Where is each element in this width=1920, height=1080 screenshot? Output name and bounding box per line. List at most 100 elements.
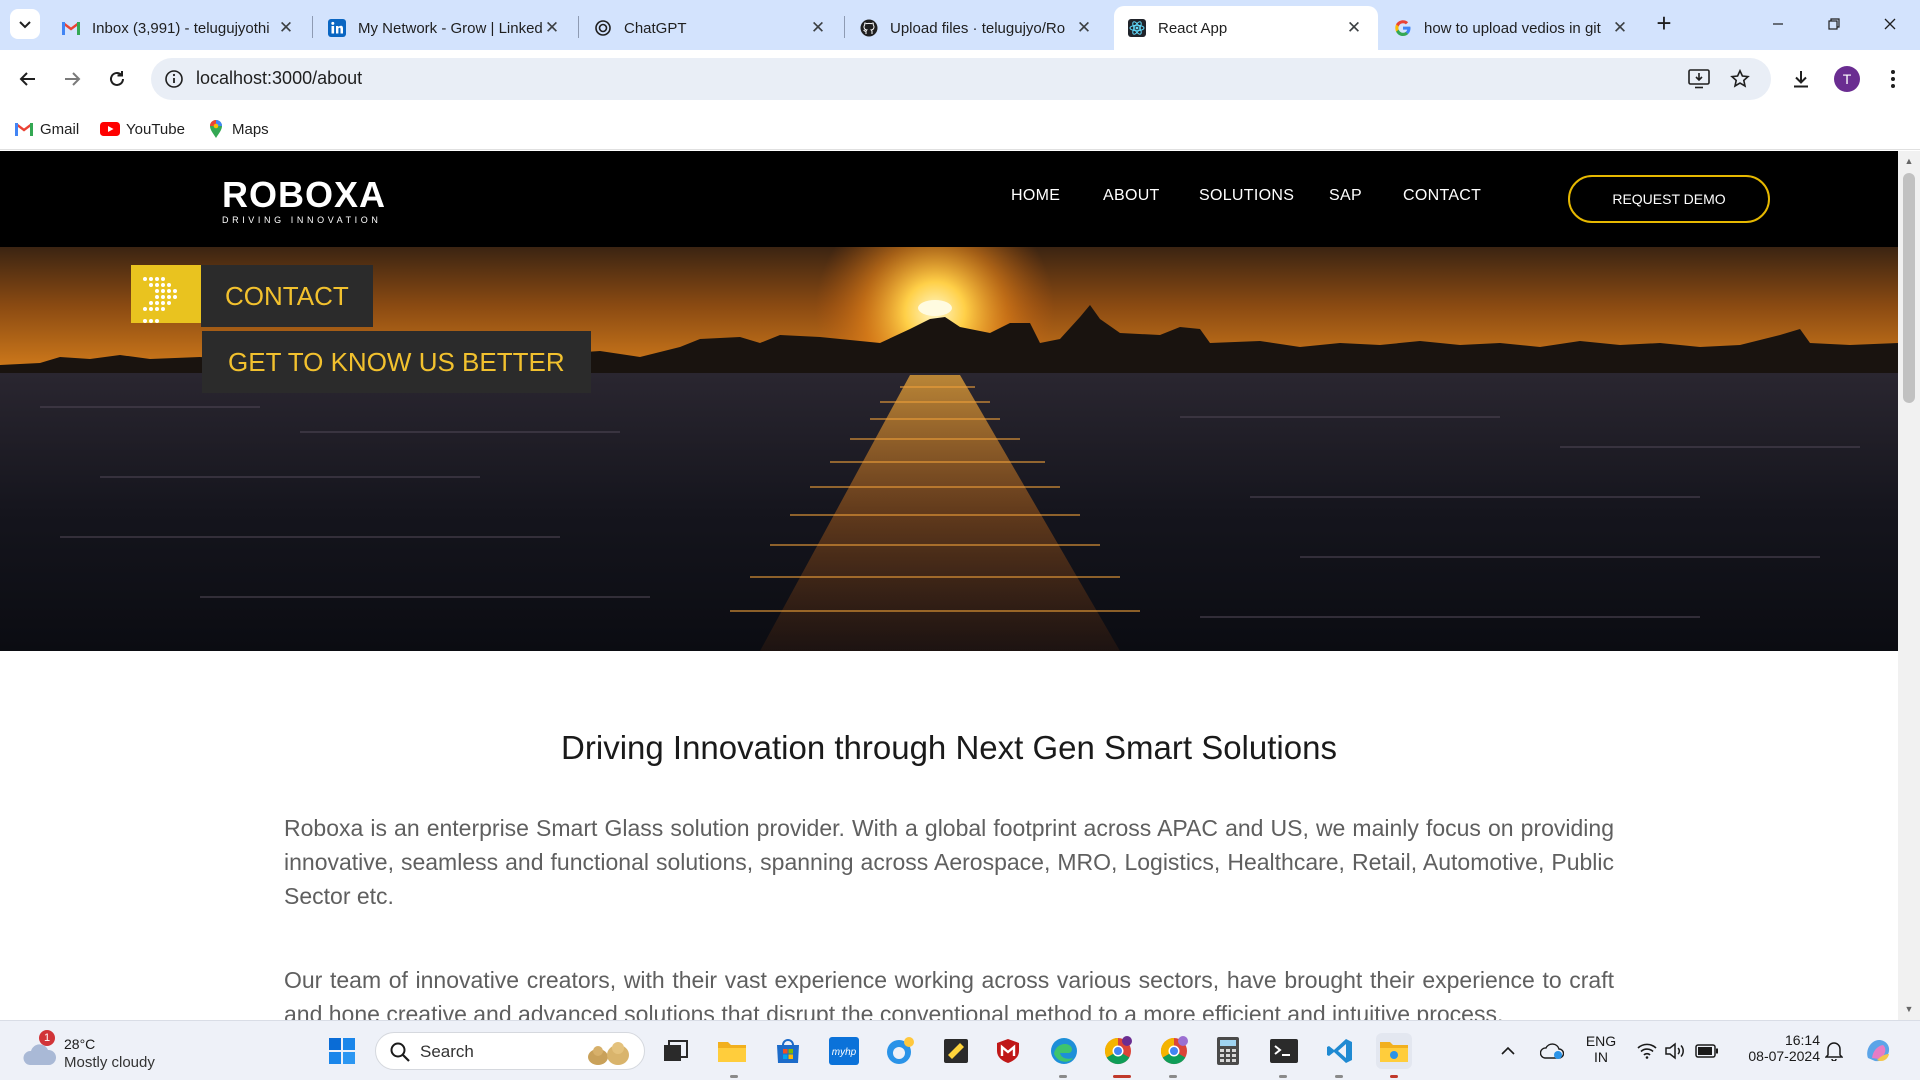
tray-overflow-button[interactable] <box>1496 1033 1520 1069</box>
clock[interactable]: 16:14 08-07-2024 <box>1732 1032 1820 1064</box>
nav-solutions[interactable]: SOLUTIONS <box>1199 187 1294 205</box>
close-icon[interactable]: ✕ <box>276 18 296 38</box>
bookmark-youtube[interactable]: YouTube <box>100 117 185 141</box>
copilot-button[interactable] <box>1860 1033 1896 1069</box>
edge-button[interactable] <box>1046 1033 1082 1069</box>
about-heading: Driving Innovation through Next Gen Smar… <box>561 729 1337 766</box>
roboxa-logo[interactable]: ROBOXA DRIVING INNOVATION <box>222 177 402 226</box>
edge-icon <box>1051 1038 1077 1064</box>
tab-search-button[interactable] <box>10 9 40 39</box>
taskbar-search[interactable]: Search <box>375 1032 645 1070</box>
about-paragraph-2: Our team of innovative creators, with th… <box>284 967 1614 1020</box>
tab-google-search[interactable]: how to upload vedios in git ✕ <box>1380 6 1644 50</box>
google-icon <box>1394 19 1412 37</box>
hero-tagline: GET TO KNOW US BETTER <box>202 331 591 393</box>
calculator-button[interactable] <box>1210 1033 1246 1069</box>
volume-button[interactable] <box>1662 1033 1688 1069</box>
url-text[interactable]: localhost:3000/about <box>196 68 362 89</box>
tab-gmail[interactable]: Inbox (3,991) - telugujyothi ✕ <box>48 6 310 50</box>
terminal-icon <box>1270 1039 1298 1063</box>
wifi-button[interactable] <box>1634 1033 1660 1069</box>
weather-badge: 1 <box>39 1030 55 1046</box>
tab-github[interactable]: Upload files · telugujyo/Ro ✕ <box>846 6 1108 50</box>
bookmark-star-icon[interactable] <box>1728 67 1752 91</box>
forward-button[interactable] <box>57 64 87 94</box>
running-indicator <box>1113 1075 1131 1078</box>
downloads-button[interactable] <box>1786 64 1816 94</box>
bookmark-label: Maps <box>232 120 269 138</box>
wifi-icon <box>1637 1043 1657 1059</box>
nav-home[interactable]: HOME <box>1011 187 1060 205</box>
notifications-button[interactable] <box>1820 1033 1848 1069</box>
weather-widget[interactable]: 1 28°C Mostly cloudy <box>18 1029 198 1073</box>
close-icon[interactable]: ✕ <box>1074 18 1094 38</box>
tab-separator <box>844 16 845 38</box>
react-icon <box>1128 19 1146 37</box>
close-icon[interactable]: ✕ <box>542 18 562 38</box>
edge-dev-button[interactable] <box>882 1033 918 1069</box>
restore-button[interactable] <box>1814 8 1854 40</box>
nav-sap[interactable]: SAP <box>1329 187 1362 205</box>
terminal-button[interactable] <box>1266 1033 1302 1069</box>
clock-time: 16:14 <box>1784 1032 1820 1048</box>
vscode-button[interactable] <box>1322 1033 1358 1069</box>
start-button[interactable] <box>324 1033 360 1069</box>
running-indicator <box>1059 1075 1067 1078</box>
nav-about[interactable]: ABOUT <box>1103 187 1160 205</box>
scroll-thumb[interactable] <box>1903 173 1915 403</box>
address-bar[interactable]: localhost:3000/about <box>151 58 1771 100</box>
file-manager-button[interactable] <box>1376 1033 1412 1069</box>
page-scrollbar[interactable]: ▲ ▼ <box>1898 151 1920 1020</box>
search-icon <box>390 1042 410 1062</box>
microsoft-store-button[interactable] <box>770 1033 806 1069</box>
new-tab-button[interactable]: + <box>1652 10 1676 36</box>
about-paragraph-1: Roboxa is an enterprise Smart Glass solu… <box>284 815 1614 909</box>
close-window-button[interactable] <box>1870 8 1910 40</box>
linkedin-icon <box>328 19 346 37</box>
bookmark-maps[interactable]: Maps <box>206 117 269 141</box>
file-explorer-button[interactable] <box>714 1033 750 1069</box>
bookmark-label: Gmail <box>40 120 80 138</box>
close-icon[interactable]: ✕ <box>1344 18 1364 38</box>
tab-linkedin[interactable]: My Network - Grow | LinkedIn ✕ <box>314 6 576 50</box>
dotted-arrow-icon <box>131 265 201 323</box>
calculator-icon <box>1217 1037 1239 1065</box>
avatar: T <box>1834 66 1860 92</box>
chevron-up-icon <box>1501 1046 1515 1055</box>
running-indicator <box>1335 1075 1343 1078</box>
nav-contact[interactable]: CONTACT <box>1403 187 1481 205</box>
close-icon[interactable]: ✕ <box>808 18 828 38</box>
chrome-profile-j-button[interactable] <box>1156 1033 1192 1069</box>
sticky-notes-button[interactable] <box>938 1033 974 1069</box>
install-app-icon[interactable] <box>1687 67 1711 91</box>
site-header: ROBOXA DRIVING INNOVATION HOME ABOUT SOL… <box>0 151 1898 247</box>
profile-button[interactable]: T <box>1832 64 1862 94</box>
tab-react-app[interactable]: React App ✕ <box>1114 6 1378 50</box>
search-placeholder: Search <box>420 1042 474 1061</box>
language-indicator[interactable]: ENG IN <box>1580 1033 1622 1065</box>
request-demo-button[interactable]: REQUEST DEMO <box>1568 175 1770 223</box>
mcafee-button[interactable] <box>990 1033 1026 1069</box>
menu-button[interactable] <box>1878 64 1908 94</box>
chrome-profile-t-button[interactable] <box>1100 1033 1136 1069</box>
screen: Inbox (3,991) - telugujyothi ✕ My Networ… <box>0 0 1920 1080</box>
tab-chatgpt[interactable]: ChatGPT ✕ <box>580 6 842 50</box>
back-button[interactable] <box>13 64 43 94</box>
scroll-up-arrow-icon[interactable]: ▲ <box>1903 155 1915 167</box>
scroll-down-arrow-icon[interactable]: ▼ <box>1903 1003 1915 1015</box>
reload-button[interactable] <box>102 64 132 94</box>
battery-button[interactable] <box>1692 1033 1722 1069</box>
myhp-button[interactable]: myhp <box>826 1033 862 1069</box>
tab-title: React App <box>1158 19 1228 37</box>
task-view-button[interactable] <box>658 1033 694 1069</box>
battery-icon <box>1695 1044 1718 1058</box>
tab-separator <box>578 16 579 38</box>
bookmark-gmail[interactable]: Gmail <box>14 117 79 141</box>
browser-toolbar: localhost:3000/about T <box>0 50 1920 108</box>
onedrive-button[interactable] <box>1538 1033 1566 1069</box>
windows-taskbar: 1 28°C Mostly cloudy Search myhp ENG IN … <box>0 1020 1920 1080</box>
minimize-button[interactable] <box>1758 8 1798 40</box>
close-icon[interactable]: ✕ <box>1610 18 1630 38</box>
edge-dev-icon <box>887 1037 914 1064</box>
info-icon[interactable] <box>163 68 185 90</box>
